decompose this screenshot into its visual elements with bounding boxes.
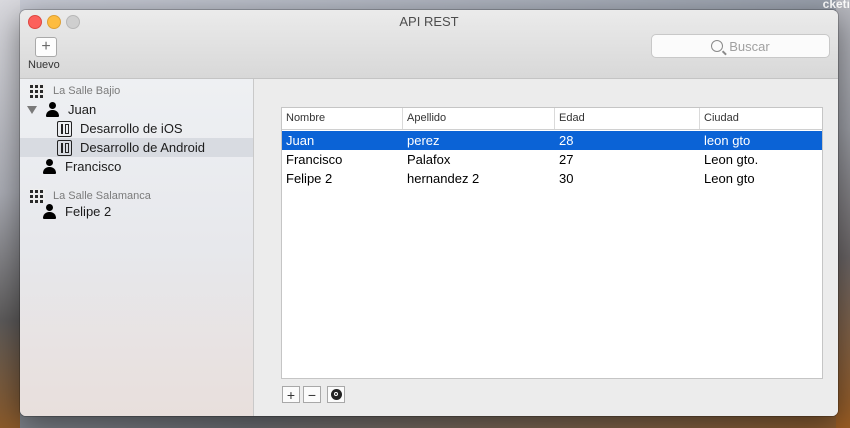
cell-ciudad: Leon gto. <box>704 152 759 167</box>
plus-icon: + <box>41 38 51 55</box>
cell-apellido: perez <box>407 133 440 148</box>
person-icon <box>42 203 56 220</box>
sidebar-item-felipe-2[interactable]: Felipe 2 <box>20 202 253 221</box>
desktop-background-left <box>0 0 20 428</box>
column-header-edad[interactable]: Edad <box>555 108 700 129</box>
sidebar-item-label: Felipe 2 <box>65 204 112 219</box>
sidebar: La Salle Bajio Juan Desarrollo de iOS De… <box>20 79 254 416</box>
plus-icon: + <box>286 386 296 403</box>
sidebar-item-label: Juan <box>68 102 97 117</box>
search-row-button[interactable] <box>327 386 345 403</box>
department-icon <box>57 139 72 156</box>
add-row-button[interactable]: + <box>282 386 300 403</box>
cell-edad: 28 <box>559 133 574 148</box>
sidebar-item-francisco[interactable]: Francisco <box>20 157 253 176</box>
person-icon <box>45 101 59 118</box>
table-row[interactable]: Felipe 2 hernandez 2 30 Leon gto <box>282 169 822 188</box>
sidebar-group-label: La Salle Salamanca <box>53 189 151 202</box>
cell-apellido: hernandez 2 <box>407 171 480 186</box>
sidebar-item-label: Desarrollo de Android <box>80 140 206 155</box>
department-icon <box>57 120 72 137</box>
table-row[interactable]: Juan perez 28 leon gto <box>282 131 822 150</box>
sidebar-item-desarrollo-ios[interactable]: Desarrollo de iOS <box>20 119 253 138</box>
people-table: Nombre Apellido Edad Ciudad Juan perez 2… <box>281 107 823 379</box>
magnifier-icon <box>330 389 342 400</box>
building-icon <box>30 188 45 203</box>
window-title: API REST <box>399 14 459 29</box>
new-button-label: Nuevo <box>28 59 60 71</box>
cell-edad: 30 <box>559 171 574 186</box>
sidebar-group-label: La Salle Bajio <box>53 84 121 97</box>
table-row[interactable]: Francisco Palafox 27 Leon gto. <box>282 150 822 169</box>
sidebar-group-la-salle-bajio[interactable]: La Salle Bajio <box>20 81 253 100</box>
main-content: Nombre Apellido Edad Ciudad Juan perez 2… <box>254 79 838 416</box>
cell-edad: 27 <box>559 152 574 167</box>
column-header-apellido[interactable]: Apellido <box>403 108 555 129</box>
table-header: Nombre Apellido Edad Ciudad <box>282 108 822 130</box>
building-icon <box>30 83 45 98</box>
sidebar-item-label: Desarrollo de iOS <box>80 121 183 136</box>
disclosure-triangle-icon[interactable] <box>27 105 37 114</box>
search-icon <box>711 40 724 52</box>
cell-ciudad: Leon gto <box>704 171 755 186</box>
sidebar-item-label: Francisco <box>65 159 122 174</box>
app-window: API REST + Nuevo Buscar La Salle Bajio J… <box>20 10 838 416</box>
sidebar-item-juan[interactable]: Juan <box>20 100 253 119</box>
table-controls: + − <box>282 386 348 403</box>
cell-ciudad: leon gto <box>704 133 751 148</box>
person-icon <box>42 158 56 175</box>
titlebar: API REST + Nuevo Buscar <box>20 10 838 79</box>
sidebar-item-desarrollo-android[interactable]: Desarrollo de Android <box>20 138 253 157</box>
search-placeholder: Buscar <box>729 38 770 54</box>
cell-nombre: Francisco <box>286 152 343 167</box>
cell-nombre: Felipe 2 <box>286 171 333 186</box>
column-header-ciudad[interactable]: Ciudad <box>700 108 822 129</box>
desktop-background-right: cketi <box>823 0 850 428</box>
new-button[interactable]: + <box>35 37 57 57</box>
cell-nombre: Juan <box>286 133 315 148</box>
cell-apellido: Palafox <box>407 152 451 167</box>
column-header-nombre[interactable]: Nombre <box>282 108 403 129</box>
search-field[interactable]: Buscar <box>651 34 830 58</box>
minus-icon: − <box>307 386 317 403</box>
remove-row-button[interactable]: − <box>303 386 321 403</box>
